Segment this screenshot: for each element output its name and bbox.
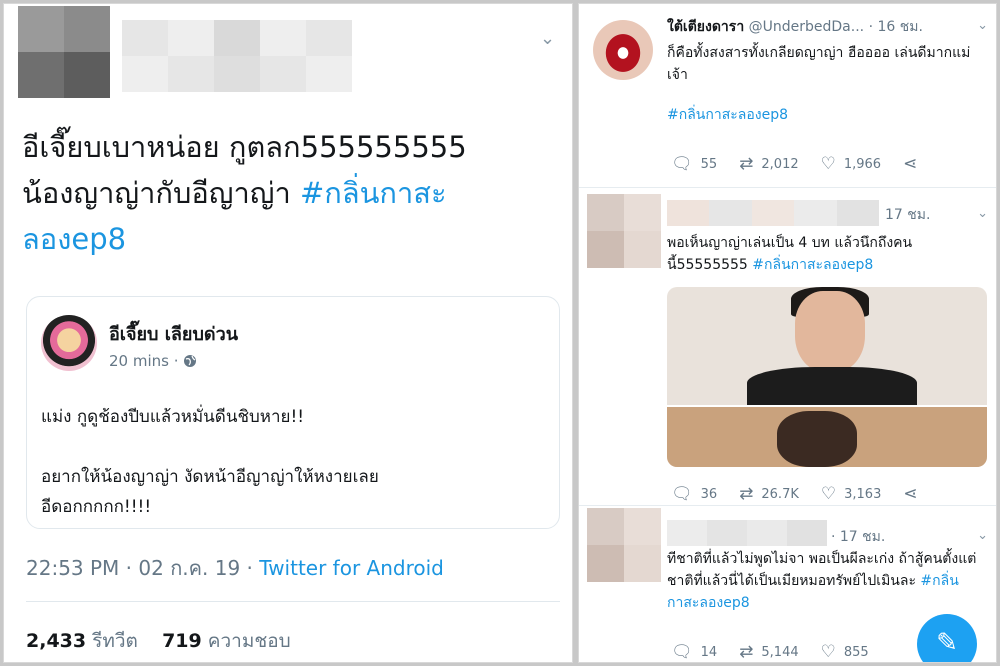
like-button[interactable]: ♡ 855 bbox=[821, 642, 869, 662]
reply-button[interactable]: 🗨︎ 14 bbox=[671, 642, 717, 662]
likes-stat[interactable]: 719 ความชอบ bbox=[162, 630, 291, 652]
author-name-blurred bbox=[122, 20, 352, 92]
hashtag-link[interactable]: #กลิ่นกาสะ bbox=[300, 176, 447, 210]
chevron-down-icon[interactable]: ⌄ bbox=[977, 206, 988, 221]
reply-tweet[interactable]: ใต้เตียงดารา @UnderbedDa... · 16 ชม. ⌄ ก… bbox=[579, 4, 996, 188]
reply-button[interactable]: 🗨︎ 55 bbox=[671, 154, 717, 174]
reply-body: ก็คือทั้งสงสารทั้งเกลียดญาญ่า ฮืออออ เล่… bbox=[667, 45, 971, 83]
reply-time: 17 ชม. bbox=[885, 207, 931, 223]
tweet-meta: 22:53 PM · 02 ก.ค. 19 · Twitter for Andr… bbox=[26, 552, 444, 584]
reply-text: ทีชาติที่แล้วไม่พูดไม่จา พอเป็นผีละเก่ง … bbox=[667, 548, 985, 614]
reply-header: ใต้เตียงดารา @UnderbedDa... · 16 ชม. bbox=[667, 16, 923, 38]
reply-icon: 🗨︎ bbox=[671, 642, 693, 662]
reply-handle[interactable]: @UnderbedDa... bbox=[749, 19, 864, 35]
tweet-timestamp[interactable]: 22:53 PM · 02 ก.ค. 19 · bbox=[26, 556, 259, 580]
retweet-button[interactable]: ⇄ 5,144 bbox=[739, 642, 798, 662]
like-button[interactable]: ♡ 3,163 bbox=[821, 484, 881, 504]
retweet-button[interactable]: ⇄ 26.7K bbox=[739, 484, 799, 504]
globe-icon bbox=[183, 352, 197, 370]
share-button[interactable]: ⋖ bbox=[903, 154, 925, 174]
reply-avatar-blurred[interactable] bbox=[587, 194, 661, 268]
quote-line: อยากให้น้องญาญ่า งัดหน้าอีญาญ่าให้หงายเล… bbox=[41, 467, 379, 487]
retweet-button[interactable]: ⇄ 2,012 bbox=[739, 154, 798, 174]
heart-icon: ♡ bbox=[820, 484, 837, 504]
quote-avatar[interactable] bbox=[41, 315, 97, 371]
tweet-text: อีเจี๊ยบเบาหน่อย กูตลก555555555 น้องญาญ่… bbox=[22, 124, 562, 262]
share-icon: ⋖ bbox=[903, 154, 918, 174]
hashtag-link[interactable]: #กลิ่นกาสะลองep8 bbox=[667, 107, 788, 123]
chevron-down-icon[interactable]: ⌄ bbox=[540, 28, 555, 49]
quote-meta: 20 mins · bbox=[109, 352, 197, 370]
share-button[interactable]: ⋖ bbox=[903, 484, 925, 504]
tweet-text-line2: น้องญาญ่ากับอีญาญ่า bbox=[22, 176, 300, 210]
reply-actions: 🗨︎ 14 ⇄ 5,144 ♡ 855 bbox=[671, 642, 891, 662]
tweet-stats: 2,433 รีทวีต 719 ความชอบ bbox=[26, 626, 291, 656]
heart-icon: ♡ bbox=[820, 642, 836, 662]
reply-text: พอเห็นญาญ่าเล่นเป็น 4 บท แล้วนึกถึงคนนี้… bbox=[667, 232, 963, 276]
retweet-icon: ⇄ bbox=[739, 154, 754, 174]
reply-time: · 17 ชม. bbox=[831, 529, 886, 545]
hashtag-link-cont[interactable]: ลองep8 bbox=[22, 222, 126, 256]
main-tweet-panel: ⌄ อีเจี๊ยบเบาหน่อย กูตลก555555555 น้องญา… bbox=[3, 3, 573, 663]
quote-line: แม่ง กูดูช้องปีบแล้วหมั่นดีนชิบหาย!! bbox=[41, 407, 305, 427]
reply-avatar[interactable] bbox=[593, 20, 653, 80]
heart-icon: ♡ bbox=[820, 154, 836, 174]
quote-time: 20 mins bbox=[109, 352, 169, 370]
hashtag-link[interactable]: #กลิ่นกาสะลองep8 bbox=[752, 257, 873, 273]
reply-actions: 🗨︎ 36 ⇄ 26.7K ♡ 3,163 ⋖ bbox=[671, 484, 948, 504]
reply-button[interactable]: 🗨︎ 36 bbox=[671, 484, 717, 504]
retweet-icon: ⇄ bbox=[739, 484, 754, 504]
chevron-down-icon[interactable]: ⌄ bbox=[977, 528, 988, 543]
reply-actions: 🗨︎ 55 ⇄ 2,012 ♡ 1,966 ⋖ bbox=[671, 154, 947, 174]
quote-line: อีดอกกกกก!!!! bbox=[41, 497, 152, 517]
reply-avatar-blurred[interactable] bbox=[587, 508, 661, 582]
author-avatar-blurred[interactable] bbox=[18, 6, 110, 98]
reply-author-name[interactable]: ใต้เตียงดารา bbox=[667, 19, 744, 35]
like-button[interactable]: ♡ 1,966 bbox=[821, 154, 881, 174]
reply-author-blurred bbox=[667, 200, 880, 226]
quoted-post-card[interactable]: อีเจี๊ยบ เลียบด่วน 20 mins · แม่ง กูดูช้… bbox=[26, 296, 560, 529]
reply-icon: 🗨︎ bbox=[671, 484, 693, 504]
compose-icon: ✎ bbox=[936, 628, 958, 658]
reply-attached-photo[interactable] bbox=[667, 287, 987, 467]
reply-author-blurred bbox=[667, 520, 827, 546]
quote-author-name[interactable]: อีเจี๊ยบ เลียบด่วน bbox=[109, 319, 238, 348]
chevron-down-icon[interactable]: ⌄ bbox=[977, 18, 988, 33]
tweet-text-line1: อีเจี๊ยบเบาหน่อย กูตลก555555555 bbox=[22, 130, 467, 164]
retweet-icon: ⇄ bbox=[739, 642, 754, 662]
share-icon: ⋖ bbox=[903, 484, 918, 504]
tweet-source-link[interactable]: Twitter for Android bbox=[259, 556, 444, 580]
divider bbox=[26, 601, 560, 602]
quote-body: แม่ง กูดูช้องปีบแล้วหมั่นดีนชิบหาย!! อยา… bbox=[41, 402, 541, 522]
retweets-stat[interactable]: 2,433 รีทวีต bbox=[26, 630, 138, 652]
reply-text: ก็คือทั้งสงสารทั้งเกลียดญาญ่า ฮืออออ เล่… bbox=[667, 42, 987, 126]
reply-time: · 16 ชม. bbox=[868, 19, 923, 35]
replies-panel: ใต้เตียงดารา @UnderbedDa... · 16 ชม. ⌄ ก… bbox=[578, 3, 997, 663]
reply-icon: 🗨︎ bbox=[671, 154, 693, 174]
